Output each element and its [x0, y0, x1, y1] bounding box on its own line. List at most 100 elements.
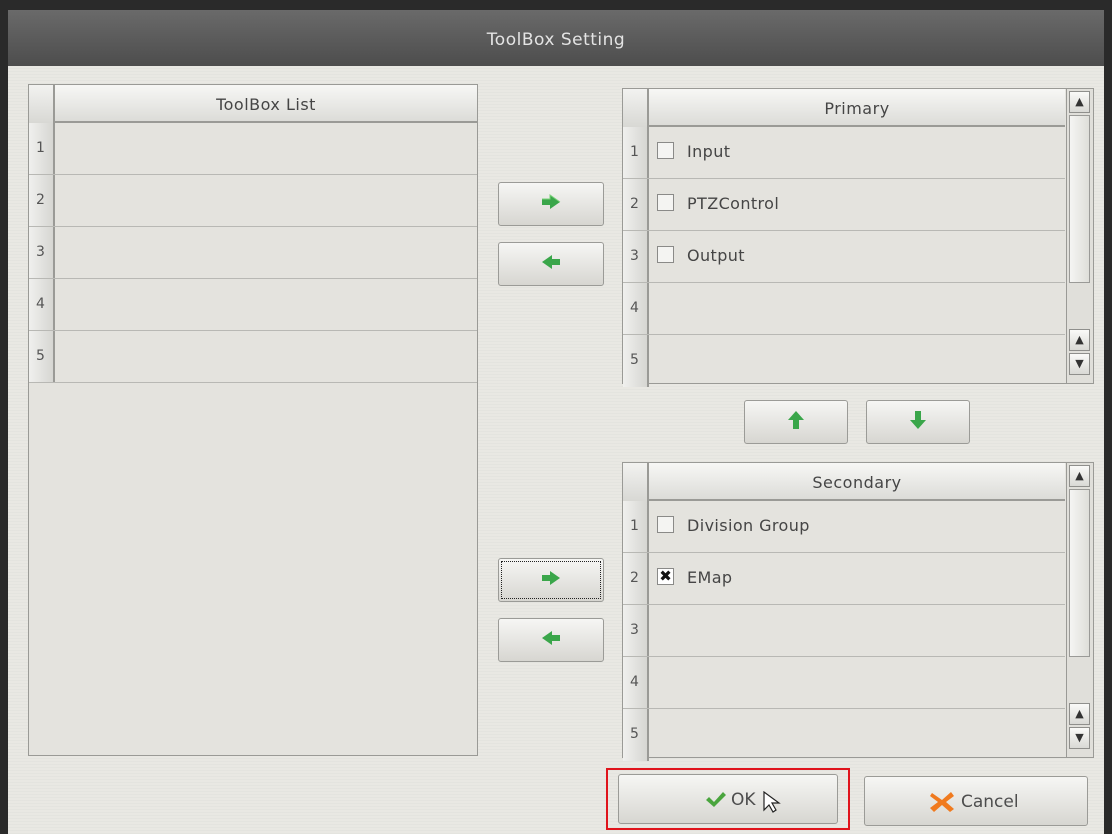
toolbox-list-row[interactable]: 1 [29, 123, 477, 175]
cancel-label: Cancel [961, 792, 1019, 812]
primary-item-label: Output [687, 246, 745, 265]
toolbox-list-grid: ToolBox List 1 2 3 4 5 [28, 84, 478, 756]
row-number: 1 [29, 123, 55, 174]
toolbox-list-row[interactable]: 3 [29, 227, 477, 279]
row-number: 4 [623, 657, 649, 708]
primary-header: Primary [623, 89, 1065, 127]
row-number: 2 [623, 179, 649, 230]
triangle-up-icon: ▲ [1075, 707, 1084, 720]
row-number: 5 [623, 709, 649, 761]
toolbox-list-row[interactable]: 4 [29, 279, 477, 331]
scroll-down-button[interactable]: ▼ [1069, 353, 1090, 375]
row-number: 3 [623, 605, 649, 656]
secondary-grid: Secondary 1 Division Group 2 ✖ EMap 3 4 … [622, 462, 1094, 761]
triangle-up-icon: ▲ [1075, 95, 1084, 108]
row-number: 1 [623, 501, 649, 552]
checkbox[interactable] [657, 194, 674, 211]
row-number: 3 [29, 227, 55, 278]
row-number: 1 [623, 127, 649, 178]
toolbox-list-title: ToolBox List [216, 95, 316, 114]
row-number: 2 [623, 553, 649, 604]
secondary-row[interactable]: 5 [623, 709, 1065, 761]
secondary-row[interactable]: 1 Division Group [623, 501, 1065, 553]
primary-row[interactable]: 4 [623, 283, 1065, 335]
grid-corner [623, 89, 649, 127]
toolbox-list-cell [55, 175, 477, 226]
add-to-primary-button[interactable] [498, 182, 604, 226]
scroll-up-button[interactable]: ▲ [1069, 329, 1090, 351]
remove-from-secondary-button[interactable] [498, 618, 604, 662]
dialog-body: ToolBox List 1 2 3 4 5 Primary 1 Input 2… [8, 66, 1104, 834]
row-number: 5 [623, 335, 649, 387]
secondary-cell [649, 657, 1065, 708]
green-arrow-right-icon [540, 570, 562, 590]
green-arrow-left-icon [540, 630, 562, 650]
green-arrow-up-icon [787, 410, 805, 434]
grid-corner [623, 463, 649, 501]
toolbox-list-header: ToolBox List [29, 85, 477, 123]
toolbox-list-row[interactable]: 5 [29, 331, 477, 383]
triangle-up-icon: ▲ [1075, 333, 1084, 346]
secondary-row[interactable]: 3 [623, 605, 1065, 657]
primary-row[interactable]: 2 PTZControl [623, 179, 1065, 231]
toolbox-list-row[interactable]: 2 [29, 175, 477, 227]
primary-item-label: Input [687, 142, 731, 161]
green-arrow-right-icon [540, 194, 562, 214]
cancel-button[interactable]: Cancel [864, 776, 1088, 826]
toolbox-setting-dialog: ToolBox Setting ToolBox List 1 2 3 4 5 P… [8, 10, 1104, 834]
primary-cell [649, 335, 1065, 387]
scroll-top-button[interactable]: ▲ [1069, 91, 1090, 113]
primary-row[interactable]: 1 Input [623, 127, 1065, 179]
scroll-up-button[interactable]: ▲ [1069, 703, 1090, 725]
triangle-down-icon: ▼ [1075, 357, 1084, 370]
scroll-thumb[interactable] [1069, 115, 1090, 283]
add-to-secondary-button[interactable] [498, 558, 604, 602]
move-up-button[interactable] [744, 400, 848, 444]
checkbox[interactable] [657, 246, 674, 263]
checkbox[interactable] [657, 142, 674, 159]
secondary-item-label: Division Group [687, 516, 810, 535]
row-number: 4 [29, 279, 55, 330]
ok-button[interactable]: OK [618, 774, 838, 824]
triangle-down-icon: ▼ [1075, 731, 1084, 744]
green-arrow-left-icon [540, 254, 562, 274]
primary-title: Primary [824, 99, 890, 118]
primary-row[interactable]: 5 [623, 335, 1065, 387]
row-number: 2 [29, 175, 55, 226]
toolbox-list-cell [55, 227, 477, 278]
toolbox-list-cell [55, 331, 477, 382]
secondary-header: Secondary [623, 463, 1065, 501]
check-icon [705, 791, 727, 814]
scroll-thumb[interactable] [1069, 489, 1090, 657]
secondary-row[interactable]: 4 [623, 657, 1065, 709]
scroll-top-button[interactable]: ▲ [1069, 465, 1090, 487]
secondary-row[interactable]: 2 ✖ EMap [623, 553, 1065, 605]
dialog-title: ToolBox Setting [8, 10, 1104, 66]
secondary-title: Secondary [812, 473, 902, 492]
secondary-scrollbar[interactable]: ▲ ▲ ▼ [1066, 463, 1093, 757]
toolbox-list-cell [55, 123, 477, 174]
toolbox-list-cell [55, 279, 477, 330]
secondary-cell [649, 605, 1065, 656]
primary-item-label: PTZControl [687, 194, 780, 213]
primary-scrollbar[interactable]: ▲ ▲ ▼ [1066, 89, 1093, 383]
cancel-x-icon [929, 791, 955, 818]
primary-cell [649, 283, 1065, 334]
mouse-cursor-icon [763, 790, 789, 818]
primary-grid: Primary 1 Input 2 PTZControl 3 Output 4 … [622, 88, 1094, 387]
row-number: 4 [623, 283, 649, 334]
remove-from-primary-button[interactable] [498, 242, 604, 286]
checkbox-checked[interactable]: ✖ [657, 568, 674, 585]
scroll-down-button[interactable]: ▼ [1069, 727, 1090, 749]
checkbox[interactable] [657, 516, 674, 533]
primary-row[interactable]: 3 Output [623, 231, 1065, 283]
secondary-item-label: EMap [687, 568, 733, 587]
row-number: 5 [29, 331, 55, 382]
move-down-button[interactable] [866, 400, 970, 444]
ok-label: OK [731, 790, 756, 810]
grid-corner [29, 85, 55, 123]
row-number: 3 [623, 231, 649, 282]
secondary-cell [649, 709, 1065, 761]
triangle-up-icon: ▲ [1075, 469, 1084, 482]
green-arrow-down-icon [909, 410, 927, 434]
